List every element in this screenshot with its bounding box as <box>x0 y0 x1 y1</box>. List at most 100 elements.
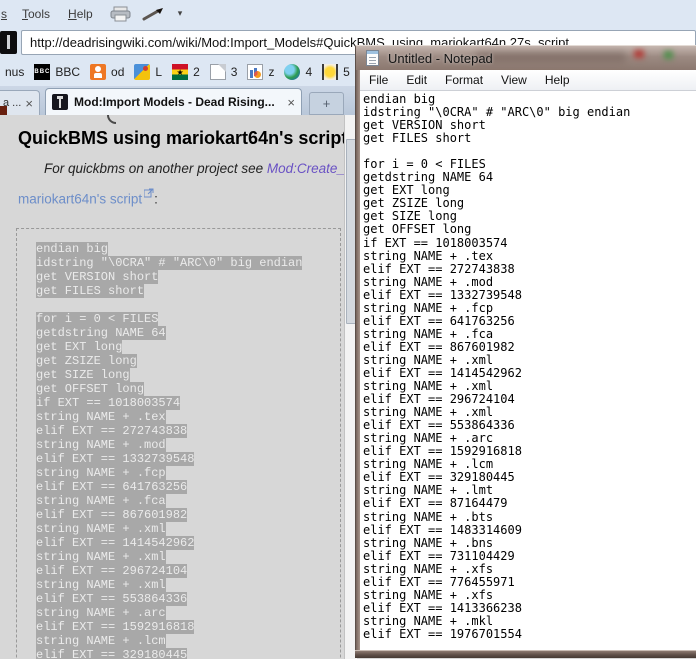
code-line: elif EXT == 1592916818 <box>36 620 195 634</box>
bookmark-label: 4 <box>305 65 313 79</box>
notepad-text-line: string NAME + .bns <box>363 535 494 550</box>
bookmark-item[interactable]: L <box>129 61 167 83</box>
code-line: get OFFSET long <box>36 382 145 396</box>
notepad-text-line: elif EXT == 641763256 <box>363 313 515 328</box>
notepad-text-line: elif EXT == 87164479 <box>363 496 508 511</box>
code-line: string NAME + .mod <box>36 438 166 452</box>
tab-close-icon[interactable]: × <box>287 95 295 110</box>
notepad-menu-item[interactable]: Edit <box>397 70 436 90</box>
wiki-code-block[interactable]: endian big idstring "\0CRA" # "ARC\0" bi… <box>16 228 341 659</box>
notepad-text-line: string NAME + .fca <box>363 326 494 341</box>
code-line: string NAME + .tex <box>36 410 166 424</box>
notepad-text-line: string NAME + .tex <box>363 248 494 263</box>
code-line: string NAME + .xml <box>36 578 166 592</box>
toolbar-dropdown-icon[interactable]: ▾ <box>178 8 183 19</box>
scrolled-text-artifact <box>107 115 116 124</box>
colon-text: : <box>154 191 158 207</box>
page-title: QuickBMS using mariokart64n's script <box>18 128 348 148</box>
bookmark-label: nus <box>5 65 25 79</box>
notepad-text-line: elif EXT == 1976701554 <box>363 626 522 641</box>
tab-active-mod-import-models[interactable]: Mod:Import Models - Dead Rising... × <box>45 88 302 115</box>
code-line: get EXT long <box>36 340 123 354</box>
notepad-menu-item[interactable]: File <box>360 70 397 90</box>
code-line: elif EXT == 1414542962 <box>36 536 195 550</box>
code-line: get FILES short <box>36 284 145 298</box>
notepad-text-area[interactable]: endian big idstring "\0CRA" # "ARC\0" bi… <box>360 91 696 650</box>
notepad-text-line: elif EXT == 731104429 <box>363 548 515 563</box>
code-line: elif EXT == 1332739548 <box>36 452 195 466</box>
bookmark-item[interactable]: BBC BBC <box>29 61 85 83</box>
notepad-menu-item[interactable]: Help <box>536 70 579 90</box>
notepad-window-title: Untitled - Notepad <box>388 51 493 66</box>
glass-blur-artifact <box>664 51 673 59</box>
code-line: string NAME + .lcm <box>36 634 166 648</box>
glass-blur-artifact <box>476 52 626 62</box>
bookmark-label: L <box>155 65 163 79</box>
bookmark-label: BBC <box>55 65 81 79</box>
bookmark-item[interactable]: 4 <box>279 61 317 83</box>
code-line: endian big <box>36 242 109 256</box>
bookmark-label: z <box>268 65 275 79</box>
code-line: get ZSIZE long <box>36 354 137 368</box>
code-line: getdstring NAME 64 <box>36 326 166 340</box>
deadrising-favicon-icon <box>52 94 68 110</box>
note-text: For quickbms on another project see Mod:… <box>44 161 344 176</box>
site-favicon-icon <box>0 31 17 54</box>
bookmark-icon <box>247 64 264 80</box>
code-line: string NAME + .fcp <box>36 466 166 480</box>
mariokart-script-link[interactable]: mariokart64n's script <box>18 192 142 207</box>
code-line: string NAME + .arc <box>36 606 166 620</box>
notepad-window-frame-bottom <box>355 650 696 658</box>
notepad-text-line: string NAME + .mod <box>363 274 494 289</box>
bookmark-icon: BBC <box>34 64 51 80</box>
menu-item-partial[interactable]: s <box>0 3 13 25</box>
notepad-text-line: elif EXT == 776455971 <box>363 574 515 589</box>
code-line: string NAME + .xml <box>36 550 166 564</box>
code-line: get SIZE long <box>36 368 130 382</box>
bookmark-item[interactable]: 5 <box>317 61 355 83</box>
notepad-text-line: string NAME + .bts <box>363 509 494 524</box>
note-prefix: For quickbms on another project see <box>44 161 267 176</box>
bookmark-label: od <box>111 65 125 79</box>
bookmark-label: 5 <box>343 65 350 79</box>
visited-link-create[interactable]: Mod:Create_Re <box>267 161 344 176</box>
menu-item-tools[interactable]: Tools <box>13 3 59 25</box>
notepad-window: Untitled - Notepad File Edit Format View… <box>355 45 696 658</box>
external-link-icon <box>143 186 154 201</box>
notepad-menu-item[interactable]: View <box>492 70 536 90</box>
notepad-text-line: string NAME + .mkl <box>363 613 494 628</box>
bookmark-item[interactable]: od <box>85 61 129 83</box>
pen-icon[interactable] <box>142 7 166 21</box>
glass-blur-artifact <box>634 50 644 58</box>
notepad-text-line: get FILES short <box>363 131 472 146</box>
bookmark-icon <box>134 64 151 80</box>
print-icon[interactable] <box>110 6 132 22</box>
code-line: idstring "\0CRA" # "ARC\0" big endian <box>36 256 303 270</box>
code-line: elif EXT == 641763256 <box>36 480 188 494</box>
notepad-text-line: elif EXT == 867601982 <box>363 339 515 354</box>
bookmark-icon <box>284 64 301 80</box>
code-line: string NAME + .fca <box>36 494 166 508</box>
notepad-text-line: string NAME + .fcp <box>363 300 494 315</box>
notepad-text-line: string NAME + .xfs <box>363 561 494 576</box>
bookmark-icon <box>322 64 339 80</box>
tab-close-icon[interactable]: × <box>25 96 33 111</box>
notepad-text-line: get OFFSET long <box>363 222 472 237</box>
bookmark-icon <box>90 64 107 80</box>
bookmark-icon <box>172 64 189 81</box>
notepad-title-bar[interactable]: Untitled - Notepad <box>355 45 696 70</box>
code-line: elif EXT == 296724104 <box>36 564 188 578</box>
bookmark-item[interactable]: 2 <box>167 61 205 83</box>
bookmark-item[interactable]: z <box>242 61 279 83</box>
bookmark-item[interactable]: nus <box>0 61 29 83</box>
code-line: if EXT == 1018003574 <box>36 396 181 410</box>
code-line: elif EXT == 553864336 <box>36 592 188 606</box>
code-line: string NAME + .xml <box>36 522 166 536</box>
notepad-text-line: string NAME + .xfs <box>363 587 494 602</box>
notepad-menu-item[interactable]: Format <box>436 70 492 90</box>
new-tab-button[interactable]: + <box>309 92 344 115</box>
bookmark-item[interactable]: 3 <box>205 61 243 83</box>
menu-item-help[interactable]: Help <box>59 3 102 25</box>
notepad-client-area: File Edit Format View Help endian big id… <box>360 70 696 650</box>
